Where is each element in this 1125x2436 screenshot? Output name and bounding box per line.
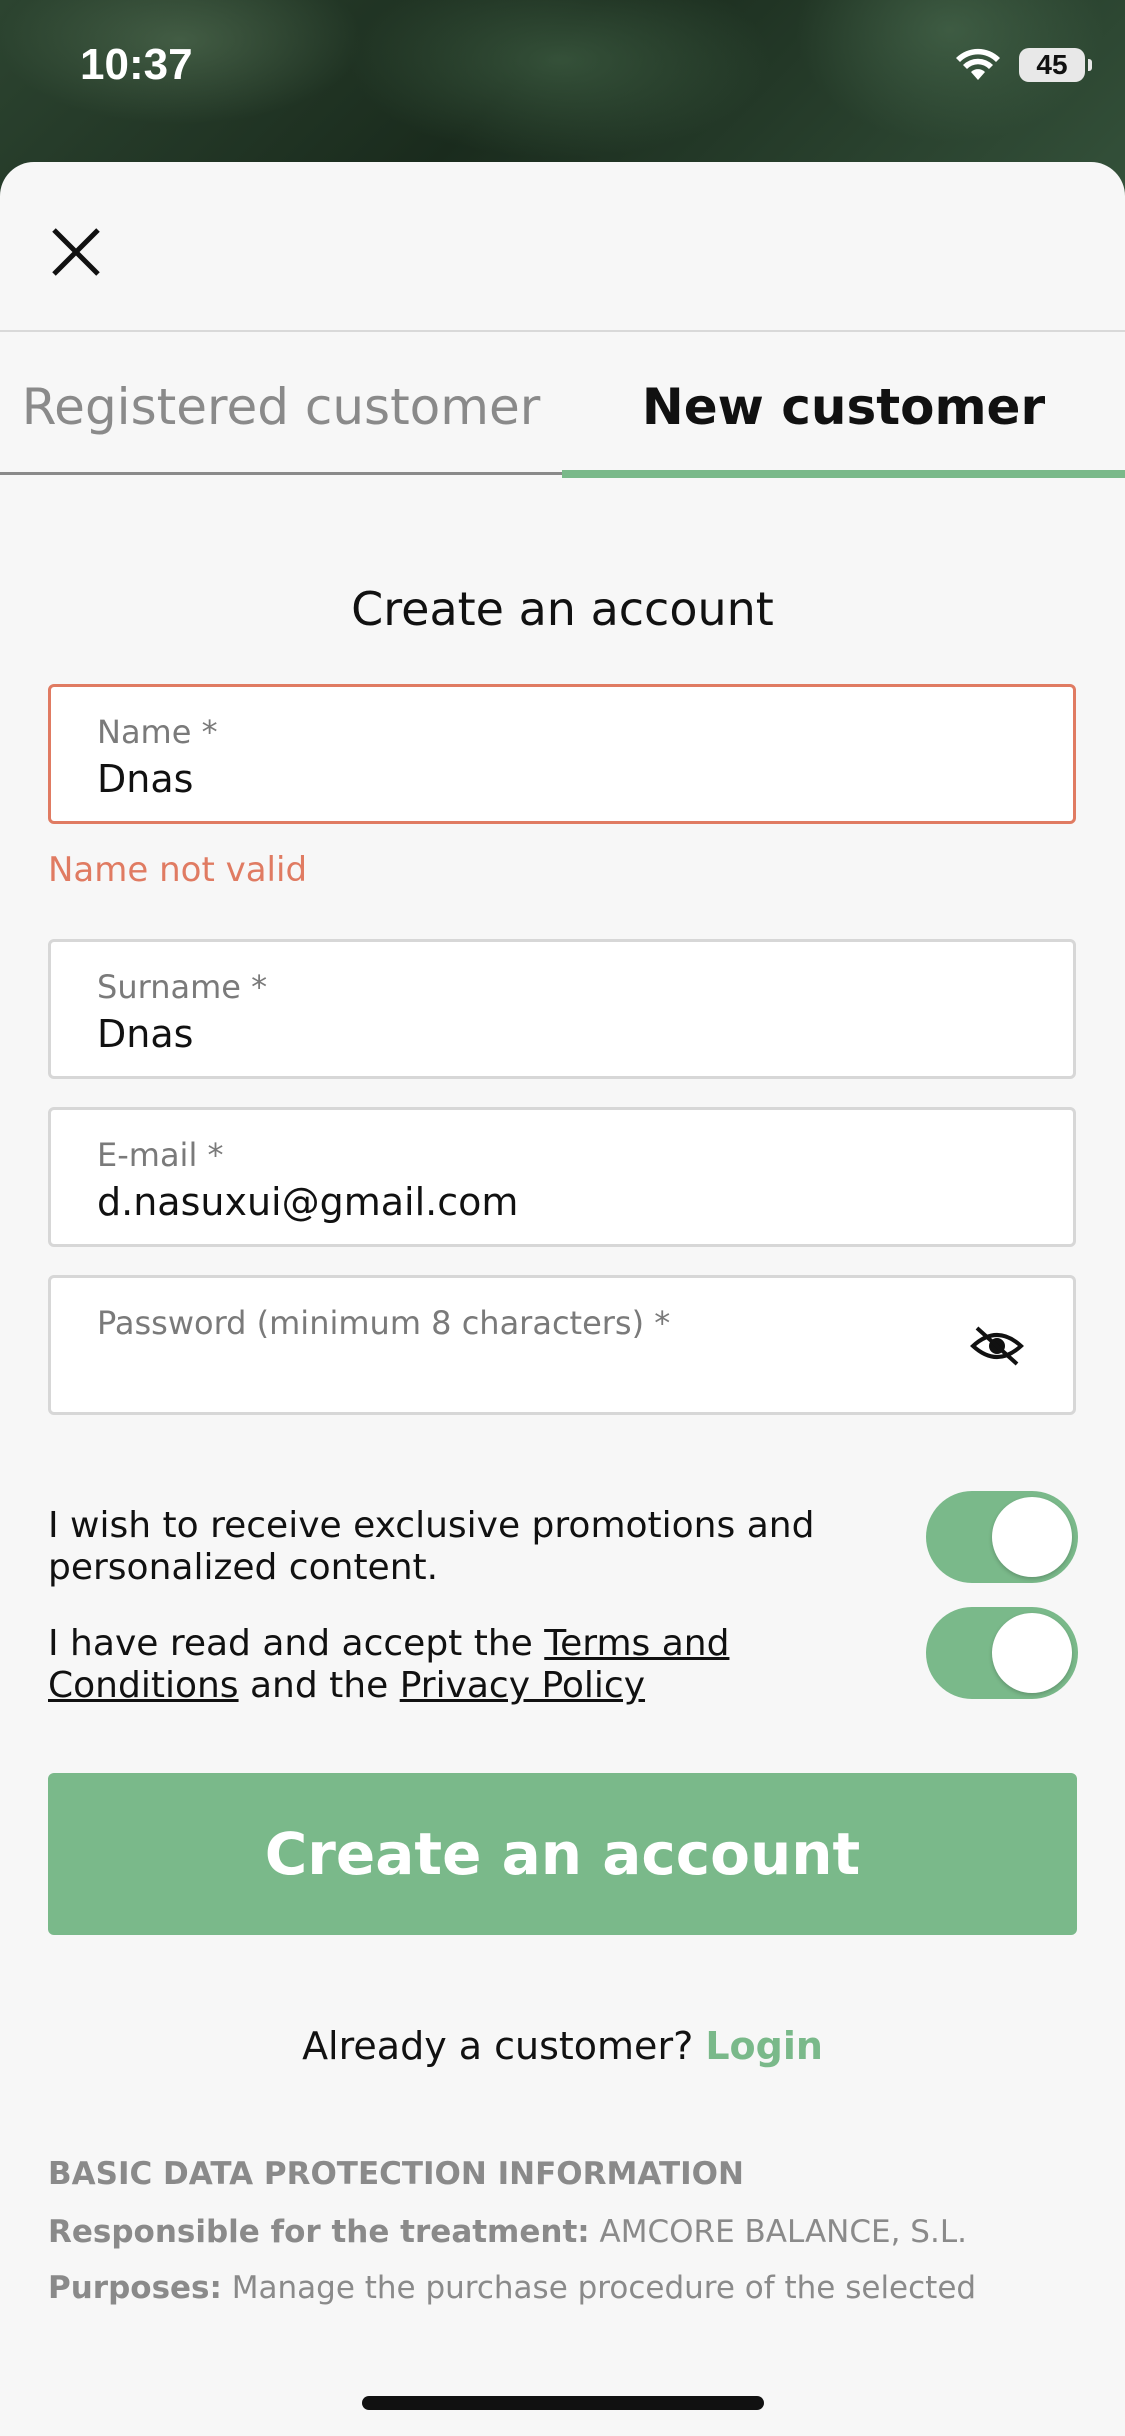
privacy-link[interactable]: Privacy Policy bbox=[400, 1665, 645, 1706]
form-title: Create an account bbox=[351, 582, 774, 636]
create-account-button[interactable]: Create an account bbox=[48, 1773, 1077, 1935]
tab-active-indicator bbox=[562, 470, 1125, 478]
name-label: Name * bbox=[97, 713, 218, 751]
name-error-message: Name not valid bbox=[48, 850, 308, 890]
account-tabs: Registered customer New customer bbox=[0, 332, 1125, 482]
surname-label: Surname * bbox=[97, 968, 268, 1006]
purposes-label: Purposes: bbox=[48, 2270, 222, 2306]
name-field[interactable]: Name * Dnas bbox=[48, 684, 1076, 824]
surname-value[interactable]: Dnas bbox=[97, 1012, 193, 1056]
promotions-row: I wish to receive exclusive promotions a… bbox=[48, 1491, 1078, 1591]
already-customer: Already a customer? Login bbox=[0, 2024, 1125, 2068]
terms-text-1: I have read and accept the bbox=[48, 1623, 545, 1664]
login-link[interactable]: Login bbox=[705, 2024, 823, 2068]
terms-row: I have read and accept the Terms and Con… bbox=[48, 1607, 1078, 1707]
tab-registered-customer[interactable]: Registered customer bbox=[0, 332, 562, 482]
eye-slash-icon[interactable] bbox=[969, 1322, 1025, 1370]
battery-icon: 45 bbox=[1019, 48, 1092, 82]
wifi-icon bbox=[956, 48, 1000, 80]
data-protection-info: BASIC DATA PROTECTION INFORMATION Respon… bbox=[48, 2156, 1078, 2326]
terms-toggle[interactable] bbox=[926, 1607, 1078, 1699]
terms-text-2: and the bbox=[238, 1665, 400, 1706]
toggle-knob bbox=[992, 1613, 1072, 1693]
password-label: Password (minimum 8 characters) * bbox=[97, 1304, 671, 1342]
terms-text: I have read and accept the Terms and Con… bbox=[48, 1623, 828, 1707]
purposes-value: Manage the purchase procedure of the sel… bbox=[231, 2270, 977, 2306]
login-sheet: Registered customer New customer Create … bbox=[0, 162, 1125, 2436]
tab-new-customer[interactable]: New customer bbox=[562, 332, 1125, 482]
surname-field[interactable]: Surname * Dnas bbox=[48, 939, 1076, 1079]
tab-underline bbox=[0, 472, 562, 475]
password-field[interactable]: Password (minimum 8 characters) * bbox=[48, 1275, 1076, 1415]
email-field[interactable]: E-mail * d.nasuxui@gmail.com bbox=[48, 1107, 1076, 1247]
already-customer-text: Already a customer? bbox=[302, 2024, 706, 2068]
promotions-text: I wish to receive exclusive promotions a… bbox=[48, 1505, 815, 1588]
promotions-toggle[interactable] bbox=[926, 1491, 1078, 1583]
bottom-fade bbox=[0, 2308, 1125, 2436]
responsible-label: Responsible for the treatment: bbox=[48, 2214, 590, 2250]
legal-purposes: Purposes: Manage the purchase procedure … bbox=[48, 2270, 1078, 2306]
email-label: E-mail * bbox=[97, 1136, 224, 1174]
status-time: 10:37 bbox=[80, 40, 193, 89]
legal-responsible: Responsible for the treatment: AMCORE BA… bbox=[48, 2214, 1078, 2250]
responsible-value: AMCORE BALANCE, S.L. bbox=[599, 2214, 967, 2250]
close-icon[interactable] bbox=[46, 222, 106, 282]
toggle-knob bbox=[992, 1497, 1072, 1577]
legal-heading: BASIC DATA PROTECTION INFORMATION bbox=[48, 2156, 744, 2192]
email-value[interactable]: d.nasuxui@gmail.com bbox=[97, 1180, 518, 1224]
name-value[interactable]: Dnas bbox=[97, 757, 193, 801]
home-indicator bbox=[362, 2396, 764, 2410]
status-icons: 45 bbox=[955, 48, 1092, 82]
